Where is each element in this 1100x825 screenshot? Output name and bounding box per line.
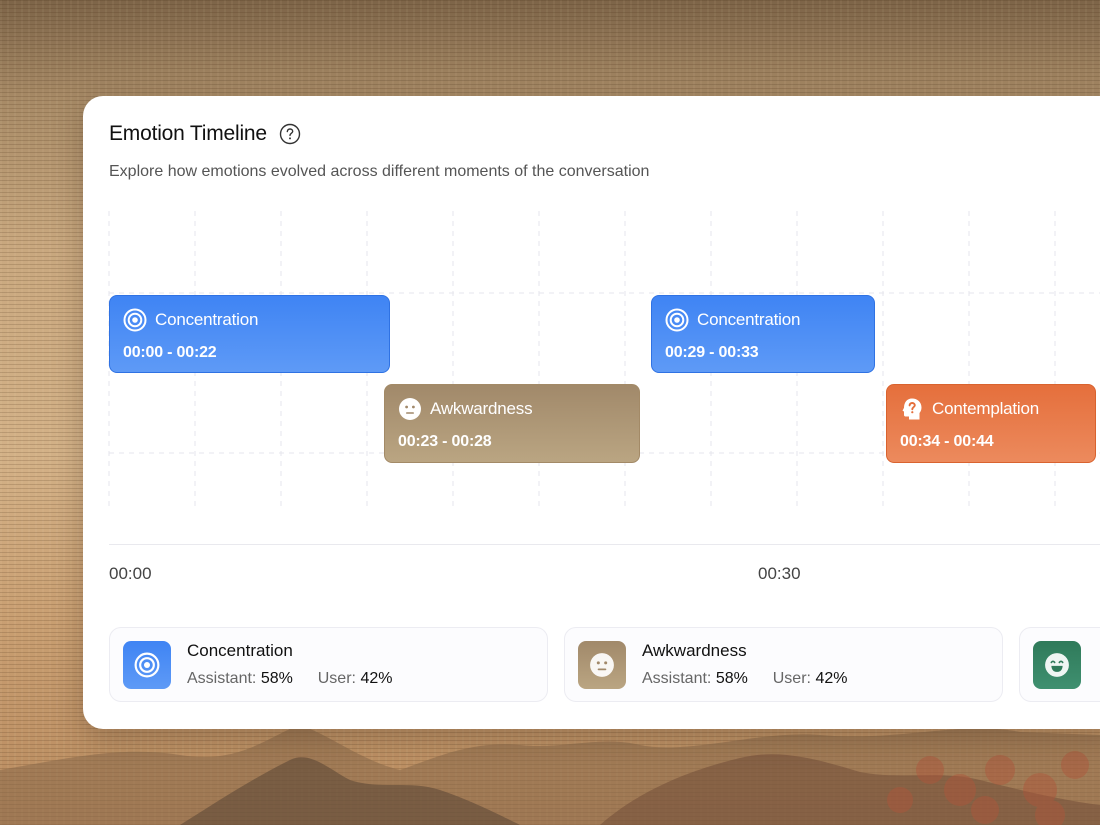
target-icon [123, 641, 171, 689]
user-value: 42% [360, 670, 393, 687]
neutral-face-icon [578, 641, 626, 689]
target-icon [123, 308, 147, 332]
assistant-label: Assistant: [187, 670, 257, 687]
time-axis [109, 544, 1100, 545]
legend-stats: Assistant: 58% User: 42% [642, 670, 847, 688]
target-icon [665, 308, 689, 332]
timeline-segment-concentration[interactable]: Concentration 00:00 - 00:22 [109, 295, 390, 373]
segment-label: Contemplation [932, 399, 1040, 418]
page-title: Emotion Timeline [109, 122, 267, 145]
segment-time: 00:00 - 00:22 [123, 344, 217, 361]
legend-name: Awkwardness [642, 641, 747, 660]
legend-name: Concentration [187, 641, 293, 660]
help-icon[interactable] [279, 123, 301, 145]
page-subtitle: Explore how emotions evolved across diff… [109, 163, 650, 180]
assistant-label: Assistant: [642, 670, 712, 687]
user-value: 42% [815, 670, 848, 687]
timeline-segment-awkwardness[interactable]: Awkwardness 00:23 - 00:28 [384, 384, 640, 463]
segment-time: 00:23 - 00:28 [398, 433, 492, 450]
neutral-face-icon [398, 397, 422, 421]
timeline-segment-contemplation[interactable]: Contemplation 00:34 - 00:44 [886, 384, 1096, 463]
tick-label: 00:00 [109, 564, 152, 583]
timeline-segment-concentration[interactable]: Concentration 00:29 - 00:33 [651, 295, 875, 373]
laughing-face-icon [1033, 641, 1081, 689]
legend-card-awkwardness[interactable]: Awkwardness Assistant: 58% User: 42% [564, 627, 1003, 702]
legend-card-concentration[interactable]: Concentration Assistant: 58% User: 42% [109, 627, 548, 702]
tick-label: 00:30 [758, 564, 801, 583]
segment-label: Awkwardness [430, 399, 533, 418]
segment-time: 00:29 - 00:33 [665, 344, 759, 361]
legend-stats: Assistant: 58% User: 42% [187, 670, 392, 688]
user-label: User: [772, 670, 811, 687]
emotion-timeline-card: Emotion Timeline Explore how emotions ev… [83, 96, 1100, 729]
segment-label: Concentration [697, 310, 801, 329]
question-head-icon [900, 397, 924, 421]
assistant-value: 58% [715, 670, 748, 687]
assistant-value: 58% [260, 670, 293, 687]
segment-label: Concentration [155, 310, 259, 329]
segment-time: 00:34 - 00:44 [900, 433, 994, 450]
legend-card-joy[interactable] [1019, 627, 1100, 702]
user-label: User: [317, 670, 356, 687]
